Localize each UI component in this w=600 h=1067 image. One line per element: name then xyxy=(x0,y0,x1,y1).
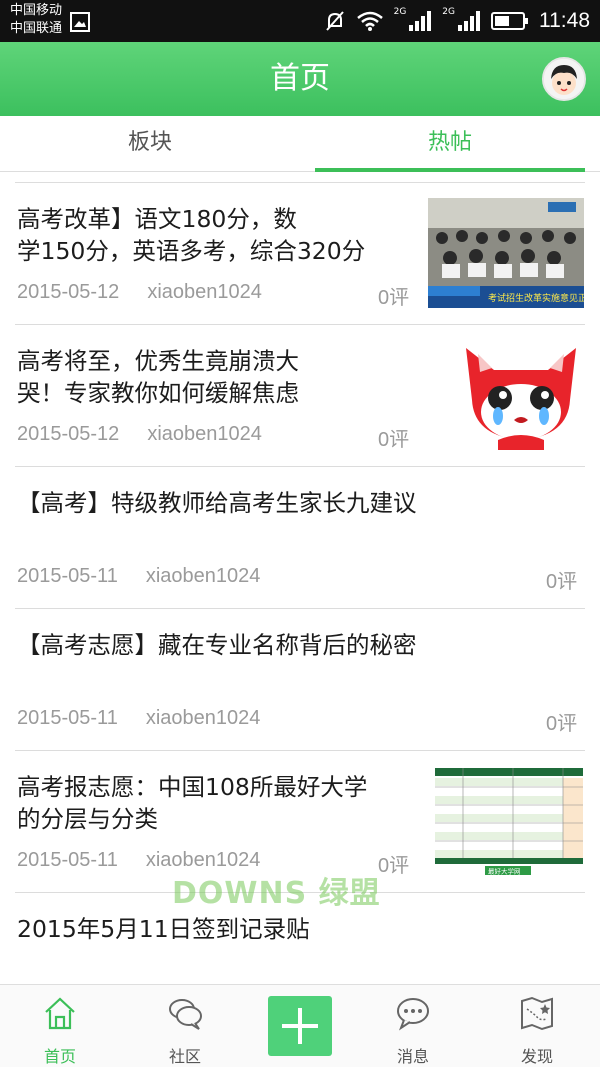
post-feed[interactable]: 高考改革】语文180分，数 学150分，英语多考，综合320分 2015-05-… xyxy=(0,172,600,984)
carrier-names: 中国移动 中国联通 xyxy=(10,2,62,38)
thumbnail-caption: 考试招生改革实施意见正式发布 xyxy=(488,292,584,304)
carrier-1: 中国移动 xyxy=(10,3,63,18)
message-icon xyxy=(397,998,429,1031)
post-meta: 2015-05-11 xiaoben1024 xyxy=(17,565,260,588)
post-title-line: 高考报志愿：中国108所最好大学 xyxy=(17,773,368,801)
post-meta: 2015-05-12 xiaoben1024 xyxy=(17,423,262,446)
post-author: xiaoben1024 xyxy=(147,423,262,445)
watermark: DOWNS 绿盟 xyxy=(172,876,381,911)
bottom-navigation: 首页 社区 消息 发现 xyxy=(0,984,600,1067)
post-title-line: 【高考志愿】藏在专业名称背后的秘密 xyxy=(17,631,417,659)
post-title: 高考报志愿：中国108所最好大学 的分层与分类 xyxy=(17,771,367,835)
app-header: 首页 xyxy=(0,42,600,116)
nav-messages-label: 消息 xyxy=(396,1047,429,1066)
list-item[interactable]: 【高考】特级教师给高考生家长九建议 2015-05-11 xiaoben1024 … xyxy=(0,467,600,609)
post-author: xiaoben1024 xyxy=(145,707,261,729)
post-date: 2015-05-12 xyxy=(17,281,120,303)
image-icon xyxy=(70,12,90,32)
list-item[interactable]: 【高考志愿】藏在专业名称背后的秘密 2015-05-11 xiaoben1024 … xyxy=(0,609,600,751)
post-title: 高考将至，优秀生竟崩溃大 哭！专家教你如何缓解焦虑 xyxy=(17,345,299,409)
post-date: 2015-05-11 xyxy=(17,849,118,871)
chat-bubbles-icon xyxy=(169,999,202,1030)
post-title: 高考改革】语文180分，数 学150分，英语多考，综合320分 xyxy=(17,203,365,267)
status-bar: 中国移动 中国联通 2G 2G 11:48 xyxy=(0,0,600,42)
signal-icon xyxy=(409,11,432,31)
post-title-line: 学150分，英语多考，综合320分 xyxy=(17,237,366,265)
post-meta: 2015-05-11 xiaoben1024 xyxy=(17,707,260,730)
nav-discover[interactable]: 发现 xyxy=(477,985,597,1067)
mute-icon xyxy=(325,11,344,31)
wifi-icon xyxy=(356,11,383,31)
nav-discover-label: 发现 xyxy=(520,1047,553,1066)
list-item[interactable]: 高考改革】语文180分，数 学150分，英语多考，综合320分 2015-05-… xyxy=(0,183,600,325)
signal-icon-2 xyxy=(458,11,480,31)
comment-count: 0评 xyxy=(378,287,410,309)
nav-community[interactable]: 社区 xyxy=(125,985,245,1067)
page-title: 首页 xyxy=(270,61,330,96)
post-title-line: 高考将至，优秀生竟崩溃大 xyxy=(17,347,299,375)
comment-count: 0评 xyxy=(546,571,578,593)
post-title-line: 的分层与分类 xyxy=(17,805,158,833)
post-title-line: 高考改革】语文180分，数 xyxy=(17,205,297,233)
post-title-line: 哭！专家教你如何缓解焦虑 xyxy=(17,379,299,407)
post-author: xiaoben1024 xyxy=(145,565,261,587)
post-title: 2015年5月11日签到记录贴 xyxy=(17,913,310,945)
post-title-line: 【高考】特级教师给高考生家长九建议 xyxy=(17,489,417,517)
post-thumbnail[interactable]: 考试招生改革实施意见正式发布 xyxy=(428,198,584,308)
map-icon xyxy=(521,996,553,1031)
post-title-line: 2015年5月11日签到记录贴 xyxy=(17,915,310,943)
avatar[interactable] xyxy=(542,57,586,101)
post-meta: 2015-05-12 xiaoben1024 xyxy=(17,281,262,304)
post-date: 2015-05-11 xyxy=(17,707,118,729)
post-date: 2015-05-11 xyxy=(17,565,118,587)
post-author: xiaoben1024 xyxy=(147,281,262,303)
thumbnail-caption: 最好大学网 xyxy=(488,867,521,876)
post-thumbnail[interactable] xyxy=(458,340,584,450)
nav-home-label: 首页 xyxy=(43,1047,76,1066)
comment-count: 0评 xyxy=(546,713,578,735)
network-type-2: 2G xyxy=(442,7,455,17)
clock: 11:48 xyxy=(539,9,590,32)
tab-sections[interactable]: 板块 xyxy=(0,116,300,172)
post-thumbnail[interactable]: 最好大学网 xyxy=(435,766,583,876)
nav-community-label: 社区 xyxy=(168,1047,201,1066)
battery-icon xyxy=(491,12,528,30)
user-avatar-icon xyxy=(544,59,584,99)
carrier-2: 中国联通 xyxy=(10,21,63,36)
post-title: 【高考】特级教师给高考生家长九建议 xyxy=(17,487,417,519)
network-type-1: 2G xyxy=(393,7,407,17)
nav-home[interactable]: 首页 xyxy=(0,985,120,1067)
post-title: 【高考志愿】藏在专业名称背后的秘密 xyxy=(17,629,417,661)
tab-bar: 板块 热帖 xyxy=(0,116,600,172)
tab-hot-posts[interactable]: 热帖 xyxy=(300,116,600,172)
university-table-image: 最好大学网 xyxy=(435,766,583,876)
crying-fox-image xyxy=(458,340,584,450)
home-icon xyxy=(45,997,75,1030)
comment-count: 0评 xyxy=(378,429,410,451)
post-date: 2015-05-12 xyxy=(17,423,120,445)
conference-photo: 考试招生改革实施意见正式发布 xyxy=(428,198,584,308)
comment-count: 0评 xyxy=(378,855,410,877)
new-post-button[interactable] xyxy=(268,996,332,1056)
status-indicators: 2G 2G 11:48 xyxy=(324,0,590,42)
nav-messages[interactable]: 消息 xyxy=(353,985,473,1067)
list-item[interactable]: 高考将至，优秀生竟崩溃大 哭！专家教你如何缓解焦虑 2015-05-12 xiao… xyxy=(0,325,600,467)
